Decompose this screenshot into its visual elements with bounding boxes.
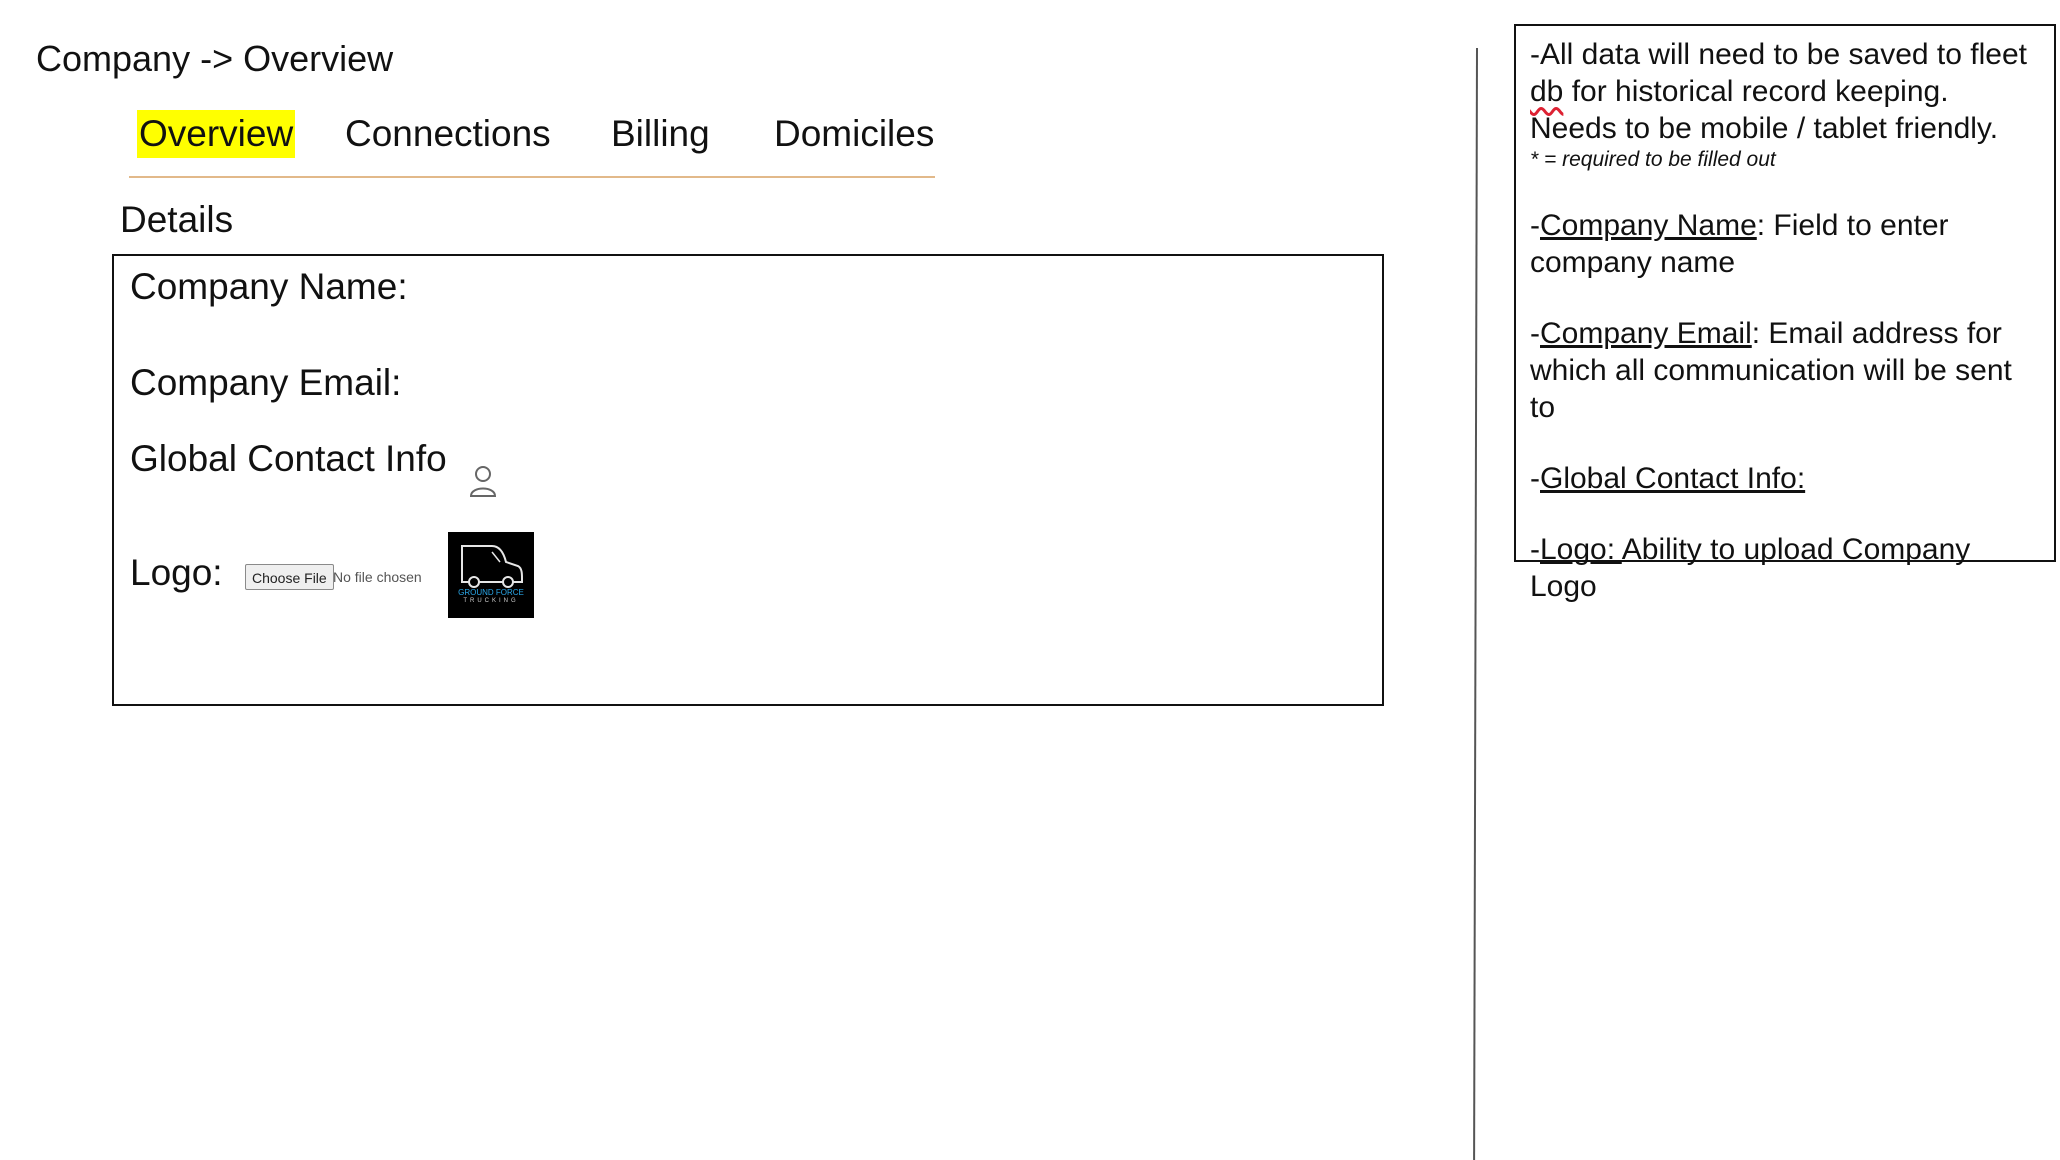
breadcrumb: Company -> Overview bbox=[36, 38, 394, 79]
note-company-name: -Company Name: Field to enter company na… bbox=[1530, 209, 1949, 279]
tab-domiciles[interactable]: Domiciles bbox=[774, 110, 934, 158]
logo-text-line2: TRUCKING bbox=[463, 598, 519, 604]
company-logo-preview: GROUND FORCE TRUCKING bbox=[448, 532, 534, 618]
vertical-divider bbox=[1473, 47, 1478, 1160]
tab-billing[interactable]: Billing bbox=[611, 110, 710, 158]
tab-bar: Overview Connections Billing Domiciles bbox=[129, 100, 935, 178]
details-title: Details bbox=[120, 199, 234, 240]
truck-icon bbox=[461, 545, 523, 588]
logo-label: Logo: bbox=[130, 552, 223, 593]
logo-text-line1: GROUND FORCE bbox=[458, 588, 524, 597]
global-contact-label: Global Contact Info bbox=[130, 438, 447, 479]
person-icon[interactable] bbox=[468, 464, 498, 498]
tab-connections[interactable]: Connections bbox=[345, 110, 551, 158]
company-name-label: Company Name: bbox=[130, 266, 408, 307]
note-company-email: -Company Email: Email address for which … bbox=[1530, 317, 2012, 424]
tab-overview[interactable]: Overview bbox=[137, 110, 296, 158]
note-global-contact: -Global Contact Info: bbox=[1530, 462, 1806, 495]
company-email-label: Company Email: bbox=[130, 362, 402, 403]
required-note: * = required to be filled out bbox=[1530, 148, 1776, 171]
details-panel: Company Name: Company Email: Global Cont… bbox=[112, 254, 1384, 706]
file-status-text: No file chosen bbox=[333, 569, 422, 585]
note-logo: -Logo: Ability to upload Company Logo bbox=[1530, 533, 1971, 603]
choose-file-button[interactable]: Choose File bbox=[245, 564, 334, 590]
notes-intro: -All data will need to be saved to fleet… bbox=[1530, 38, 2027, 145]
notes-panel: -All data will need to be saved to fleet… bbox=[1514, 24, 2056, 603]
